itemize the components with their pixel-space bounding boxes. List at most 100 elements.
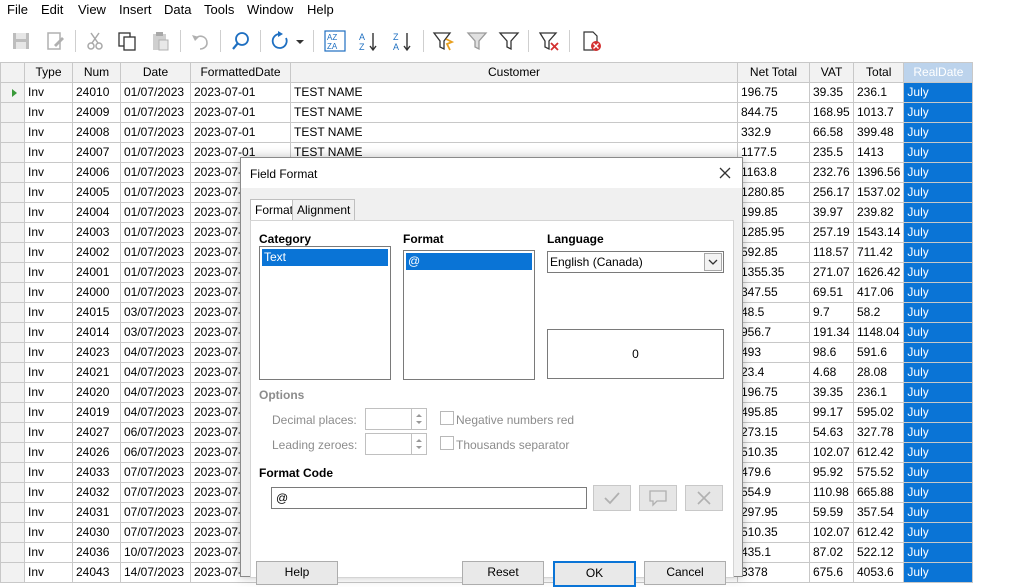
cell-realdate[interactable]: July bbox=[903, 102, 974, 123]
cell-net-total[interactable]: 844.75 bbox=[737, 102, 810, 123]
cell-vat[interactable]: 118.57 bbox=[809, 242, 854, 263]
cell-type[interactable]: Inv bbox=[24, 362, 73, 383]
cell-vat[interactable]: 39.35 bbox=[809, 82, 854, 103]
cell-net-total[interactable]: 493 bbox=[737, 342, 810, 363]
cell-vat[interactable]: 99.17 bbox=[809, 402, 854, 423]
row-header[interactable] bbox=[0, 202, 25, 223]
cell-num[interactable]: 24007 bbox=[72, 142, 121, 163]
row-header[interactable] bbox=[0, 442, 25, 463]
cell-total[interactable]: 236.1 bbox=[852, 382, 905, 403]
row-header[interactable] bbox=[0, 502, 25, 523]
cell-net-total[interactable]: 297.95 bbox=[737, 502, 810, 523]
cell-type[interactable]: Inv bbox=[24, 262, 73, 283]
cell-num[interactable]: 24003 bbox=[72, 222, 121, 243]
search-icon[interactable] bbox=[228, 28, 254, 54]
cell-num[interactable]: 24036 bbox=[72, 542, 121, 563]
cell-date[interactable]: 04/07/2023 bbox=[120, 382, 191, 403]
menu-insert[interactable]: Insert bbox=[119, 2, 152, 17]
cell-type[interactable]: Inv bbox=[24, 142, 73, 163]
corner-cell[interactable] bbox=[0, 62, 25, 83]
row-header[interactable] bbox=[0, 102, 25, 123]
remove-filter-icon[interactable] bbox=[536, 28, 562, 54]
negative-red-checkbox[interactable] bbox=[440, 411, 454, 425]
cell-num[interactable]: 24032 bbox=[72, 482, 121, 503]
cell-date[interactable]: 01/07/2023 bbox=[120, 182, 191, 203]
cell-realdate[interactable]: July bbox=[903, 142, 974, 163]
help-button[interactable]: Help bbox=[256, 561, 338, 585]
row-header[interactable] bbox=[0, 302, 25, 323]
edit-mode-icon[interactable] bbox=[42, 28, 68, 54]
tab-format[interactable]: Format bbox=[250, 199, 299, 222]
undo-icon[interactable] bbox=[187, 28, 213, 54]
menu-file[interactable]: File bbox=[7, 2, 28, 17]
cell-net-total[interactable]: 196.75 bbox=[737, 382, 810, 403]
cell-date[interactable]: 03/07/2023 bbox=[120, 322, 191, 343]
cancel-button[interactable]: Cancel bbox=[644, 561, 726, 585]
row-header[interactable] bbox=[0, 562, 25, 583]
refresh-icon[interactable] bbox=[267, 28, 293, 54]
cell-date[interactable]: 04/07/2023 bbox=[120, 342, 191, 363]
cell-vat[interactable]: 39.97 bbox=[809, 202, 854, 223]
cell-vat[interactable]: 98.6 bbox=[809, 342, 854, 363]
cell-type[interactable]: Inv bbox=[24, 282, 73, 303]
menu-edit[interactable]: Edit bbox=[41, 2, 63, 17]
cell-vat[interactable]: 95.92 bbox=[809, 462, 854, 483]
cell-num[interactable]: 24009 bbox=[72, 102, 121, 123]
category-item-text[interactable]: Text bbox=[262, 249, 388, 266]
cell-total[interactable]: 1626.42 bbox=[852, 262, 905, 283]
cell-realdate[interactable]: July bbox=[903, 462, 974, 483]
row-header[interactable] bbox=[0, 282, 25, 303]
cell-total[interactable]: 1396.56 bbox=[852, 162, 905, 183]
cell-type[interactable]: Inv bbox=[24, 302, 73, 323]
cell-num[interactable]: 24019 bbox=[72, 402, 121, 423]
row-header[interactable] bbox=[0, 82, 25, 103]
row-header[interactable] bbox=[0, 422, 25, 443]
save-icon[interactable] bbox=[8, 28, 34, 54]
column-header-total[interactable]: Total bbox=[852, 62, 905, 83]
menu-help[interactable]: Help bbox=[307, 2, 334, 17]
table-row[interactable]: Inv 24010 01/07/2023 2023-07-01 TEST NAME 196… bbox=[0, 82, 974, 103]
cell-customer[interactable]: TEST NAME bbox=[290, 122, 738, 143]
row-header[interactable] bbox=[0, 162, 25, 183]
cell-type[interactable]: Inv bbox=[24, 102, 73, 123]
cell-vat[interactable]: 102.07 bbox=[809, 442, 854, 463]
cell-vat[interactable]: 66.58 bbox=[809, 122, 854, 143]
add-format-button[interactable] bbox=[593, 485, 631, 511]
cell-total[interactable]: 1413 bbox=[852, 142, 905, 163]
cell-realdate[interactable]: July bbox=[903, 482, 974, 503]
cell-num[interactable]: 24033 bbox=[72, 462, 121, 483]
cell-total[interactable]: 665.88 bbox=[852, 482, 905, 503]
cell-total[interactable]: 522.12 bbox=[852, 542, 905, 563]
cell-net-total[interactable]: 956.7 bbox=[737, 322, 810, 343]
cell-vat[interactable]: 39.35 bbox=[809, 382, 854, 403]
cell-total[interactable]: 612.42 bbox=[852, 522, 905, 543]
language-select[interactable]: English (Canada) bbox=[547, 251, 724, 273]
cell-num[interactable]: 24004 bbox=[72, 202, 121, 223]
cell-net-total[interactable]: 1285.95 bbox=[737, 222, 810, 243]
cell-net-total[interactable]: 273.15 bbox=[737, 422, 810, 443]
menu-data[interactable]: Data bbox=[164, 2, 191, 17]
delete-format-button[interactable] bbox=[685, 485, 723, 511]
cell-net-total[interactable]: 592.85 bbox=[737, 242, 810, 263]
cell-realdate[interactable]: July bbox=[903, 342, 974, 363]
cell-date[interactable]: 03/07/2023 bbox=[120, 302, 191, 323]
cell-total[interactable]: 575.52 bbox=[852, 462, 905, 483]
cell-date[interactable]: 01/07/2023 bbox=[120, 162, 191, 183]
row-header[interactable] bbox=[0, 382, 25, 403]
spinner-buttons[interactable] bbox=[411, 434, 426, 454]
cell-date[interactable]: 07/07/2023 bbox=[120, 482, 191, 503]
cell-total[interactable]: 4053.6 bbox=[852, 562, 905, 583]
cell-num[interactable]: 24006 bbox=[72, 162, 121, 183]
format-list[interactable]: @ bbox=[403, 250, 535, 380]
cell-realdate[interactable]: July bbox=[903, 422, 974, 443]
cell-total[interactable]: 357.54 bbox=[852, 502, 905, 523]
cell-type[interactable]: Inv bbox=[24, 402, 73, 423]
cell-net-total[interactable]: 435.1 bbox=[737, 542, 810, 563]
cell-type[interactable]: Inv bbox=[24, 542, 73, 563]
menu-view[interactable]: View bbox=[78, 2, 106, 17]
cell-date[interactable]: 01/07/2023 bbox=[120, 222, 191, 243]
cell-net-total[interactable]: 495.85 bbox=[737, 402, 810, 423]
cell-net-total[interactable]: 510.35 bbox=[737, 442, 810, 463]
cell-date[interactable]: 07/07/2023 bbox=[120, 502, 191, 523]
cell-vat[interactable]: 168.95 bbox=[809, 102, 854, 123]
